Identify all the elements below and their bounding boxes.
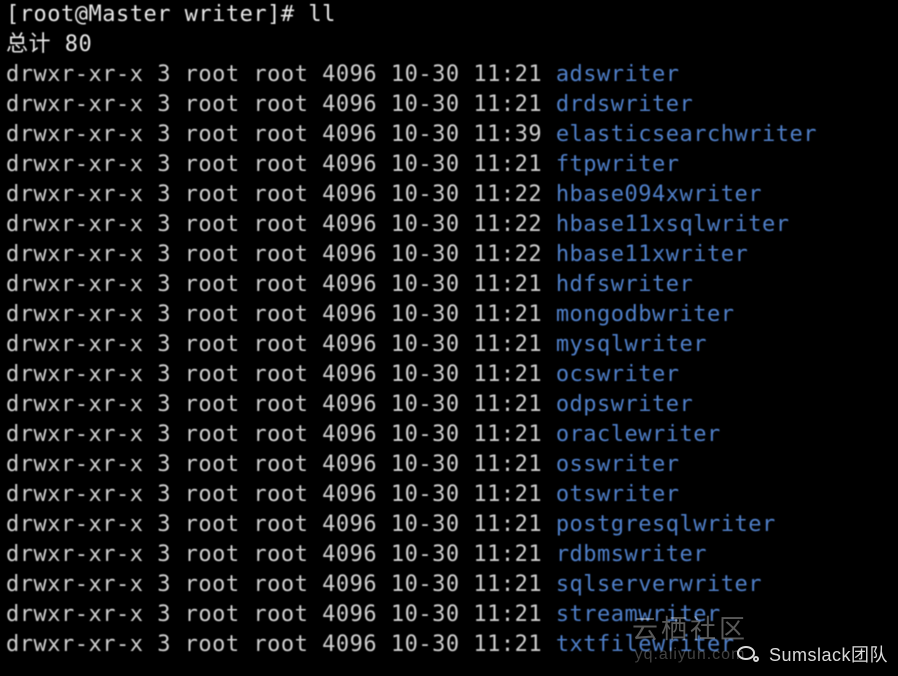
row-meta: drwxr-xr-x 3 root root 4096 10-30 11:21 <box>6 302 556 327</box>
dir-name: txtfilewriter <box>556 632 735 657</box>
dir-name: ftpwriter <box>556 152 680 177</box>
row-meta: drwxr-xr-x 3 root root 4096 10-30 11:22 <box>6 182 556 207</box>
list-row: drwxr-xr-x 3 root root 4096 10-30 11:21 … <box>6 570 892 600</box>
list-row: drwxr-xr-x 3 root root 4096 10-30 11:39 … <box>6 120 892 150</box>
total-text: 总计 80 <box>6 32 92 57</box>
row-meta: drwxr-xr-x 3 root root 4096 10-30 11:21 <box>6 392 556 417</box>
row-meta: drwxr-xr-x 3 root root 4096 10-30 11:21 <box>6 422 556 447</box>
prompt-text: [root@Master writer]# ll <box>6 2 336 27</box>
row-meta: drwxr-xr-x 3 root root 4096 10-30 11:39 <box>6 122 556 147</box>
dir-name: elasticsearchwriter <box>556 122 817 147</box>
list-row: drwxr-xr-x 3 root root 4096 10-30 11:22 … <box>6 180 892 210</box>
total-line: 总计 80 <box>6 30 892 60</box>
list-row: drwxr-xr-x 3 root root 4096 10-30 11:21 … <box>6 360 892 390</box>
row-meta: drwxr-xr-x 3 root root 4096 10-30 11:21 <box>6 512 556 537</box>
row-meta: drwxr-xr-x 3 root root 4096 10-30 11:21 <box>6 482 556 507</box>
list-row: drwxr-xr-x 3 root root 4096 10-30 11:22 … <box>6 210 892 240</box>
dir-name: mysqlwriter <box>556 332 707 357</box>
row-meta: drwxr-xr-x 3 root root 4096 10-30 11:21 <box>6 542 556 567</box>
row-meta: drwxr-xr-x 3 root root 4096 10-30 11:21 <box>6 332 556 357</box>
row-meta: drwxr-xr-x 3 root root 4096 10-30 11:22 <box>6 212 556 237</box>
dir-name: adswriter <box>556 62 680 87</box>
list-row: drwxr-xr-x 3 root root 4096 10-30 11:21 … <box>6 510 892 540</box>
prompt-line: [root@Master writer]# ll <box>6 0 892 30</box>
list-row: drwxr-xr-x 3 root root 4096 10-30 11:21 … <box>6 270 892 300</box>
row-meta: drwxr-xr-x 3 root root 4096 10-30 11:21 <box>6 632 556 657</box>
list-row: drwxr-xr-x 3 root root 4096 10-30 11:21 … <box>6 60 892 90</box>
row-meta: drwxr-xr-x 3 root root 4096 10-30 11:21 <box>6 452 556 477</box>
dir-name: hbase11xsqlwriter <box>556 212 790 237</box>
dir-name: hdfswriter <box>556 272 693 297</box>
dir-name: odpswriter <box>556 392 693 417</box>
dir-name: streamwriter <box>556 602 721 627</box>
row-meta: drwxr-xr-x 3 root root 4096 10-30 11:21 <box>6 152 556 177</box>
dir-name: hbase11xwriter <box>556 242 748 267</box>
row-meta: drwxr-xr-x 3 root root 4096 10-30 11:21 <box>6 572 556 597</box>
list-row: drwxr-xr-x 3 root root 4096 10-30 11:22 … <box>6 240 892 270</box>
list-row: drwxr-xr-x 3 root root 4096 10-30 11:21 … <box>6 420 892 450</box>
list-row: drwxr-xr-x 3 root root 4096 10-30 11:21 … <box>6 390 892 420</box>
list-row: drwxr-xr-x 3 root root 4096 10-30 11:21 … <box>6 600 892 630</box>
list-row: drwxr-xr-x 3 root root 4096 10-30 11:21 … <box>6 480 892 510</box>
row-meta: drwxr-xr-x 3 root root 4096 10-30 11:21 <box>6 362 556 387</box>
dir-name: oraclewriter <box>556 422 721 447</box>
dir-name: drdswriter <box>556 92 693 117</box>
dir-name: rdbmswriter <box>556 542 707 567</box>
terminal[interactable]: [root@Master writer]# ll 总计 80 drwxr-xr-… <box>0 0 898 660</box>
dir-name: osswriter <box>556 452 680 477</box>
list-row: drwxr-xr-x 3 root root 4096 10-30 11:21 … <box>6 540 892 570</box>
dir-name: sqlserverwriter <box>556 572 762 597</box>
list-row: drwxr-xr-x 3 root root 4096 10-30 11:21 … <box>6 150 892 180</box>
list-row: drwxr-xr-x 3 root root 4096 10-30 11:21 … <box>6 300 892 330</box>
row-meta: drwxr-xr-x 3 root root 4096 10-30 11:21 <box>6 92 556 117</box>
list-row: drwxr-xr-x 3 root root 4096 10-30 11:21 … <box>6 90 892 120</box>
dir-name: postgresqlwriter <box>556 512 776 537</box>
row-meta: drwxr-xr-x 3 root root 4096 10-30 11:21 <box>6 62 556 87</box>
dir-name: hbase094xwriter <box>556 182 762 207</box>
row-meta: drwxr-xr-x 3 root root 4096 10-30 11:21 <box>6 602 556 627</box>
list-row: drwxr-xr-x 3 root root 4096 10-30 11:21 … <box>6 330 892 360</box>
dir-name: mongodbwriter <box>556 302 735 327</box>
row-meta: drwxr-xr-x 3 root root 4096 10-30 11:21 <box>6 272 556 297</box>
list-row: drwxr-xr-x 3 root root 4096 10-30 11:21 … <box>6 450 892 480</box>
list-row: drwxr-xr-x 3 root root 4096 10-30 11:21 … <box>6 630 892 660</box>
dir-name: otswriter <box>556 482 680 507</box>
row-meta: drwxr-xr-x 3 root root 4096 10-30 11:22 <box>6 242 556 267</box>
dir-name: ocswriter <box>556 362 680 387</box>
